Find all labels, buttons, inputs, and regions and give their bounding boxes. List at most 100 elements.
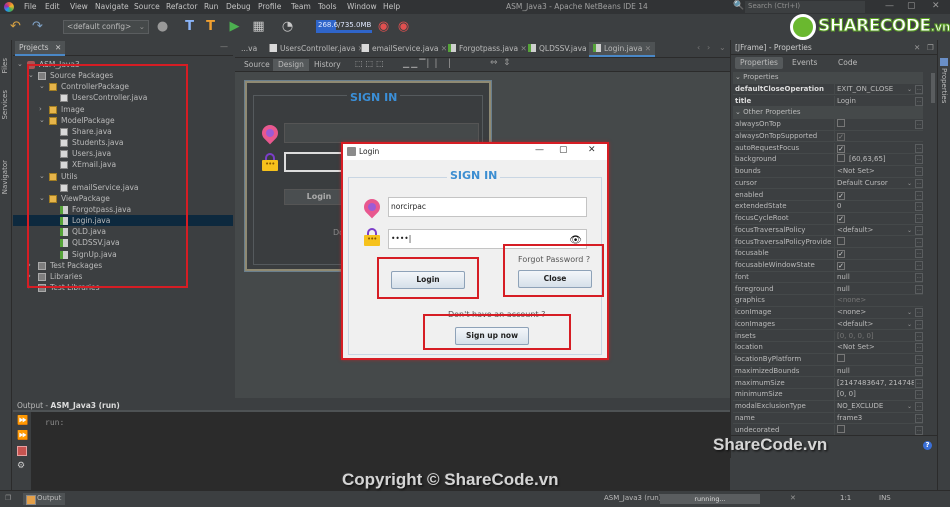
properties-strip-tab[interactable]: Properties xyxy=(940,68,948,103)
stop-icon[interactable] xyxy=(17,446,27,456)
editor-tab[interactable]: Forgotpass.java ✕ xyxy=(444,42,531,57)
property-value[interactable]: frame3 xyxy=(834,412,914,424)
property-editor-button[interactable]: ... xyxy=(915,355,923,364)
property-value[interactable]: NO_EXCLUDE xyxy=(834,401,914,412)
tab-properties[interactable]: Properties xyxy=(735,57,783,69)
tabs-scroll-right-icon[interactable]: › xyxy=(707,43,710,52)
navigator-tab[interactable]: Navigator xyxy=(1,160,9,194)
design-username-field[interactable] xyxy=(284,123,479,143)
property-checkbox[interactable]: ✓ xyxy=(837,215,845,223)
property-value[interactable] xyxy=(834,424,914,436)
property-checkbox[interactable] xyxy=(837,354,845,362)
property-editor-button[interactable]: ... xyxy=(915,366,923,376)
property-checkbox[interactable] xyxy=(837,424,845,433)
menu-refactor[interactable]: Refactor xyxy=(166,2,197,11)
chevron-down-icon[interactable]: ⌄ xyxy=(907,178,912,189)
maximize-button[interactable]: ▢ xyxy=(907,1,916,11)
property-editor-button[interactable]: ... xyxy=(915,190,923,200)
close-icon[interactable]: ✕ xyxy=(914,43,920,52)
menu-view[interactable]: View xyxy=(70,2,88,11)
menu-team[interactable]: Team xyxy=(291,2,311,11)
property-value[interactable]: Default Cursor xyxy=(834,177,914,189)
property-editor-button[interactable]: ... xyxy=(915,413,923,423)
tabs-menu-icon[interactable]: ⌄ xyxy=(719,43,726,52)
login-button[interactable]: Login xyxy=(391,271,465,289)
property-editor-button[interactable]: ... xyxy=(915,272,923,282)
property-editor-button[interactable]: ... xyxy=(915,167,923,176)
sign-up-button[interactable]: Sign up now xyxy=(455,327,529,345)
property-value[interactable]: [0, 0] xyxy=(834,389,914,401)
property-value[interactable]: 0 xyxy=(834,201,914,213)
gc-icon[interactable]: ◉ xyxy=(376,19,391,34)
property-value[interactable]: ✓ xyxy=(834,130,914,142)
login-close-button[interactable]: ✕ xyxy=(588,145,596,155)
help-icon[interactable]: ? xyxy=(923,441,932,450)
close-window-button[interactable]: ✕ xyxy=(932,1,940,11)
property-checkbox[interactable] xyxy=(837,119,845,127)
clean-build-icon[interactable]: T xyxy=(203,19,218,34)
property-editor-button[interactable]: ... xyxy=(915,143,923,153)
files-tab[interactable]: Files xyxy=(1,58,9,73)
property-editor-button[interactable]: ... xyxy=(915,237,923,247)
property-value[interactable]: null xyxy=(834,283,914,295)
property-editor-button[interactable]: ... xyxy=(915,319,923,329)
property-editor-button[interactable]: ... xyxy=(915,202,923,212)
source-mode-button[interactable]: Source xyxy=(239,59,275,71)
chevron-down-icon[interactable]: ⌄ xyxy=(907,319,912,330)
property-checkbox[interactable]: ✓ xyxy=(837,144,845,153)
chevron-down-icon[interactable]: ⌄ xyxy=(735,108,743,116)
property-section[interactable]: ⌄ Other Properties xyxy=(733,107,923,119)
property-editor-button[interactable]: ... xyxy=(915,343,923,353)
property-checkbox[interactable] xyxy=(837,154,845,163)
property-value[interactable]: ✓ xyxy=(834,142,914,154)
globe-icon[interactable]: ● xyxy=(155,19,170,34)
close-button[interactable]: Close xyxy=(518,270,592,288)
memory-indicator[interactable]: 268.6/735.0MB xyxy=(316,20,372,33)
menu-edit[interactable]: Edit xyxy=(45,2,60,11)
tabs-scroll-left-icon[interactable]: ‹ xyxy=(697,43,700,52)
property-editor-button[interactable]: ... xyxy=(915,84,923,94)
minimize-button[interactable]: — xyxy=(885,1,894,11)
property-value[interactable]: <none> xyxy=(834,307,914,318)
profile-icon[interactable]: ◔ xyxy=(280,19,295,34)
editor-tab[interactable]: emailService.java ✕ xyxy=(357,42,451,57)
settings-icon[interactable]: ⚙ xyxy=(17,461,27,471)
property-checkbox[interactable]: ✓ xyxy=(837,250,845,259)
property-editor-button[interactable]: ... xyxy=(915,225,923,235)
cancel-task-button[interactable]: ✕ xyxy=(790,494,796,502)
property-checkbox[interactable] xyxy=(837,236,845,245)
property-editor-button[interactable]: ... xyxy=(915,178,923,188)
editor-tab[interactable]: ...va xyxy=(237,42,261,57)
design-mode-button[interactable]: Design xyxy=(273,59,309,71)
menu-debug[interactable]: Debug xyxy=(226,2,251,11)
property-value[interactable] xyxy=(834,354,914,365)
property-editor-button[interactable]: ... xyxy=(915,378,923,388)
projects-tab[interactable]: Projects ✕ xyxy=(15,41,66,56)
property-value[interactable]: <Not Set> xyxy=(834,342,914,354)
build-hammer-icon[interactable]: T xyxy=(182,19,197,34)
property-value[interactable]: ✓ xyxy=(834,260,914,271)
menu-help[interactable]: Help xyxy=(383,2,400,11)
resize-vertical-icon[interactable]: ⇕ xyxy=(503,58,511,68)
chevron-down-icon[interactable]: ⌄ xyxy=(907,225,912,236)
align-icons[interactable]: ▁▁▔▏▏▕ xyxy=(403,59,452,68)
minimize-panel-icon[interactable]: — xyxy=(220,42,228,51)
gc-target-icon[interactable]: ◉ xyxy=(396,19,411,34)
property-value[interactable]: <Not Set> xyxy=(834,166,914,177)
chevron-down-icon[interactable]: ⌄ xyxy=(735,73,743,81)
menu-window[interactable]: Window xyxy=(347,2,377,11)
history-mode-button[interactable]: History xyxy=(309,59,346,71)
selection-mode-icons[interactable]: ⬚⬚⬚ xyxy=(355,59,387,68)
chevron-down-icon[interactable]: ⌄ xyxy=(907,84,912,95)
property-editor-button[interactable]: ... xyxy=(915,261,923,270)
redo-icon[interactable]: ↷ xyxy=(30,19,45,34)
menu-tools[interactable]: Tools xyxy=(318,2,336,11)
editor-tab[interactable]: UsersController.java ✕ xyxy=(265,42,368,57)
services-tab[interactable]: Services xyxy=(1,90,9,120)
debug-icon[interactable]: ▦ xyxy=(251,19,266,34)
property-value[interactable]: Login xyxy=(834,95,914,107)
property-value[interactable]: [2147483647, 2147483647] xyxy=(834,377,914,389)
property-editor-button[interactable]: ... xyxy=(915,425,923,435)
property-value[interactable]: null xyxy=(834,271,914,283)
property-value[interactable]: null xyxy=(834,365,914,377)
